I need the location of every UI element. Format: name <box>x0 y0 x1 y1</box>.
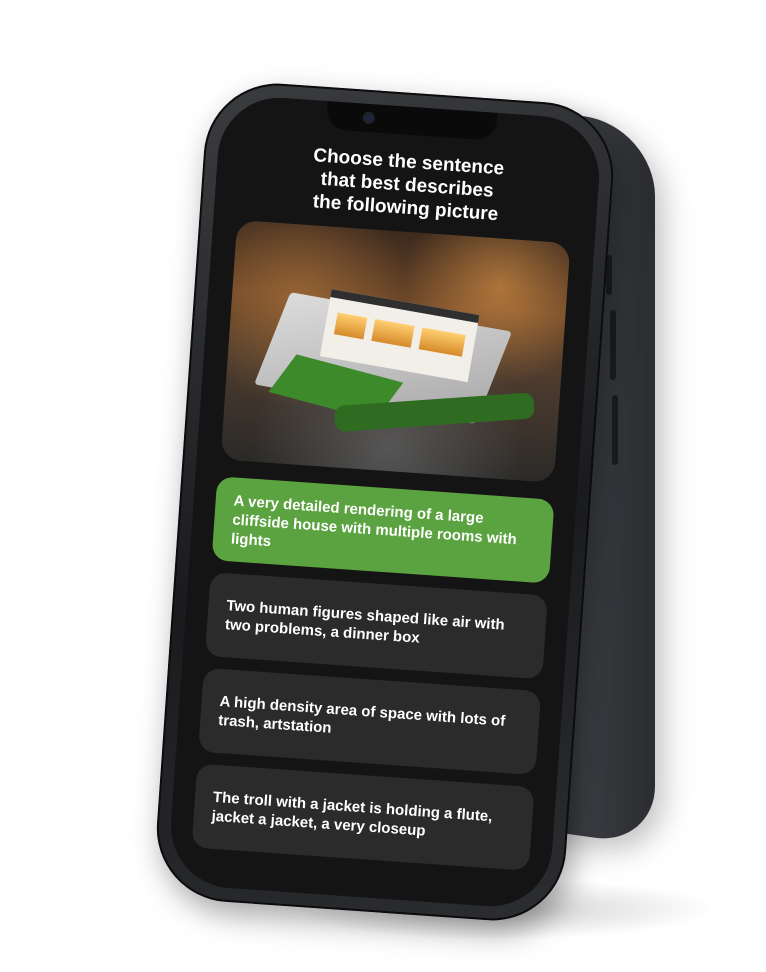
camera-icon <box>362 111 376 125</box>
house-window <box>418 327 466 357</box>
house-window <box>371 319 415 348</box>
answer-option[interactable]: The troll with a jacket is holding a flu… <box>191 763 535 871</box>
phone-frame: Choose the sentence that best describes … <box>151 78 619 926</box>
answer-option[interactable]: Two human figures shaped like air with t… <box>204 572 548 680</box>
answer-option-label: A very detailed rendering of a large cli… <box>230 491 518 550</box>
answer-option[interactable]: A high density area of space with lots o… <box>198 667 542 776</box>
phone-screen: Choose the sentence that best describes … <box>166 93 604 911</box>
question-title: Choose the sentence that best describes … <box>312 145 505 226</box>
notch <box>325 101 498 141</box>
question-image <box>220 220 571 483</box>
phone-side-button <box>610 310 616 380</box>
answer-option-label: The troll with a jacket is holding a flu… <box>211 788 493 840</box>
answer-option-label: Two human figures shaped like air with t… <box>224 597 506 647</box>
answer-option-label: A high density area of space with lots o… <box>217 692 506 737</box>
phone-side-button <box>612 395 618 465</box>
house-window <box>333 312 368 340</box>
answer-option[interactable]: A very detailed rendering of a large cli… <box>211 476 555 584</box>
